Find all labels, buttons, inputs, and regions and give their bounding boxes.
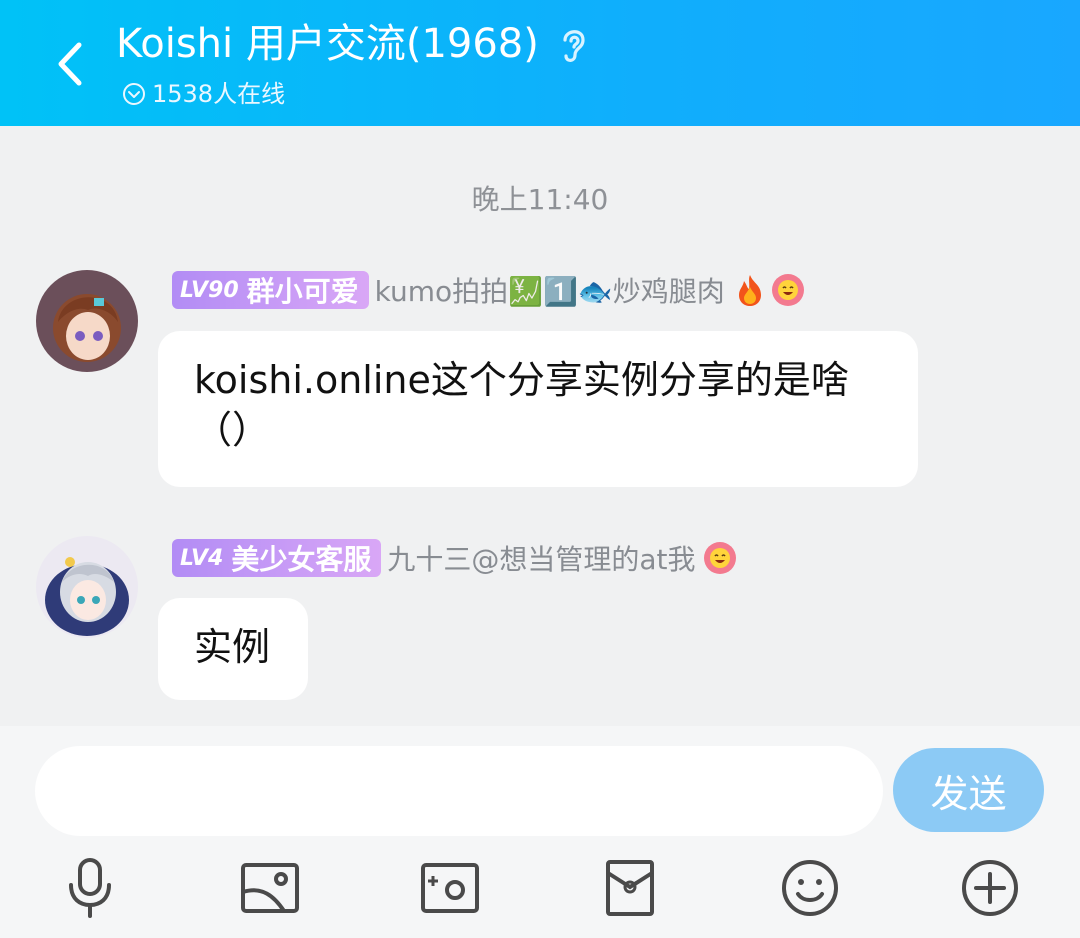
sender-line: LV4 美少女客服 九十三@想当管理的at我 [172,538,739,578]
camera-button[interactable] [418,856,482,920]
group-title[interactable]: Koishi 用户交流(1968) [116,18,591,70]
microphone-icon [69,858,111,918]
sender-line: LV90 群小可爱 kumo拍拍💹1️⃣🐟炒鸡腿肉 [172,270,807,310]
voice-button[interactable] [58,856,122,920]
level-badge: LV90 群小可爱 [172,271,369,309]
more-button[interactable] [958,856,1022,920]
plus-icon [962,860,1018,916]
message-text: 实例 [194,625,271,669]
composer: 发送 [0,726,1080,938]
member-title: 美少女客服 [231,543,372,576]
level-badge: LV4 美少女客服 [172,539,382,577]
avatar[interactable] [36,270,138,372]
level-label: LV90 [180,277,239,303]
message-bubble[interactable]: 实例 [158,598,308,700]
emoji-icon [782,860,838,916]
message-text: koishi.online这个分享实例分享的是啥（） [194,358,849,452]
red-packet-icon [606,860,654,916]
ear-icon[interactable] [555,24,591,64]
camera-icon [421,863,479,913]
member-title: 群小可爱 [246,275,359,308]
send-button[interactable]: 发送 [893,748,1044,832]
flower-face-icon [771,274,804,306]
back-button[interactable] [44,38,96,90]
avatar-image [36,536,138,638]
online-status-icon [123,83,145,105]
image-icon [241,863,299,913]
avatar[interactable] [36,536,138,638]
online-count: 1538人在线 [122,78,285,110]
message-list[interactable]: 晚上11:40 LV90 群小可爱 kumo拍拍💹1️⃣🐟炒鸡腿肉 koishi… [0,126,1080,726]
sender-name[interactable]: kumo拍拍💹1️⃣🐟炒鸡腿肉 [375,270,725,310]
level-label: LV4 [180,545,224,571]
image-button[interactable] [238,856,302,920]
red-packet-button[interactable] [598,856,662,920]
avatar-image [36,270,138,372]
fire-icon [738,275,761,306]
emoji-button[interactable] [778,856,842,920]
message-bubble[interactable]: koishi.online这个分享实例分享的是啥（） [158,331,918,487]
group-title-text: Koishi 用户交流(1968) [116,21,539,67]
sender-name[interactable]: 九十三@想当管理的at我 [387,538,695,578]
chevron-left-icon [58,42,82,86]
flower-face-icon [704,542,737,574]
message-input[interactable] [35,746,883,836]
chat-header: Koishi 用户交流(1968) 1538人在线 [0,0,1080,126]
message-timestamp: 晚上11:40 [471,183,609,216]
online-count-text: 1538人在线 [152,80,286,108]
